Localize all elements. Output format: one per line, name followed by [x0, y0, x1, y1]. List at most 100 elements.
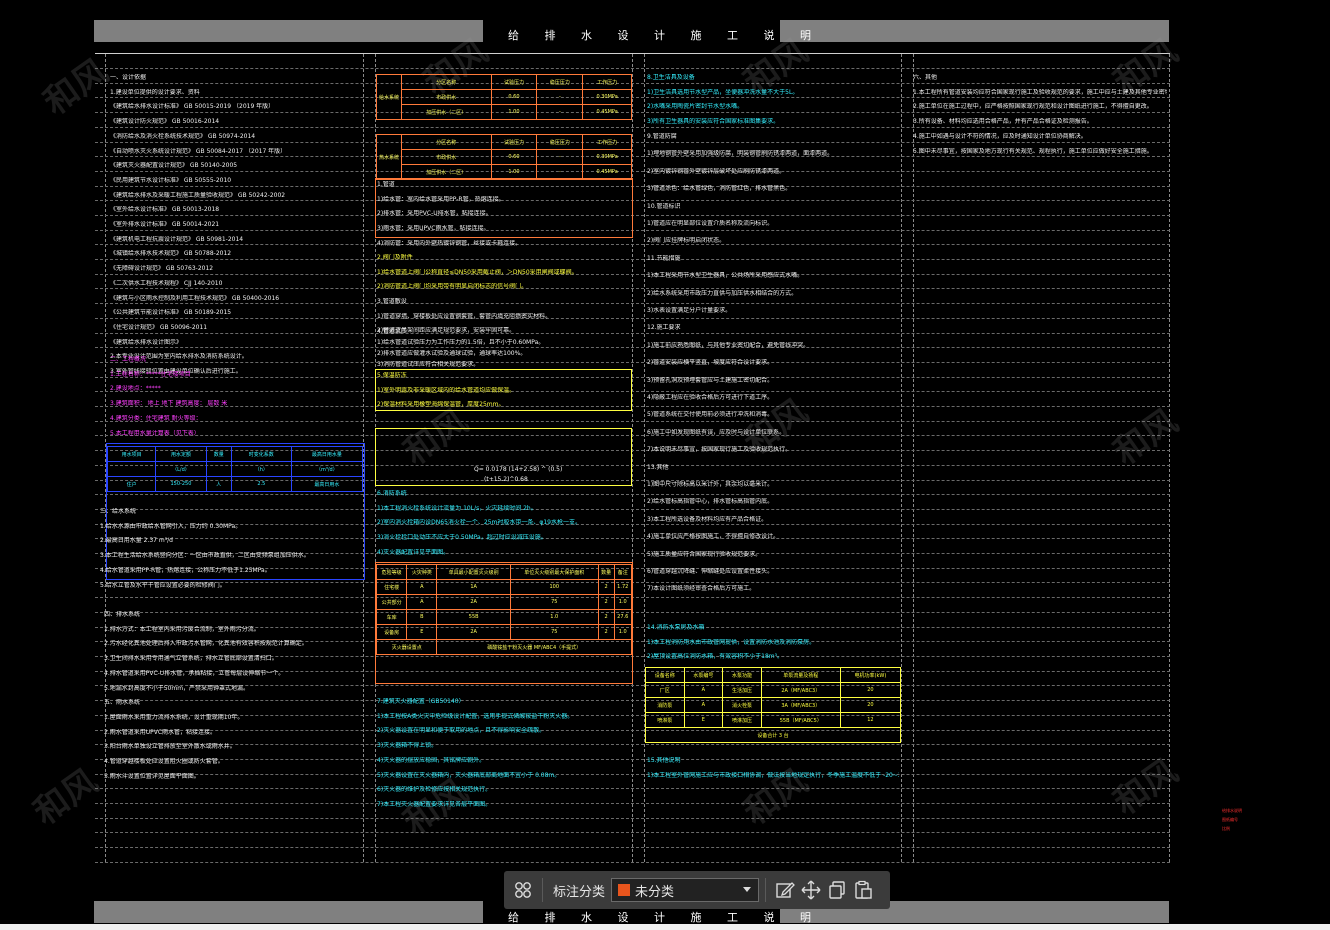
- table-cell: 1.0: [613, 594, 632, 610]
- table-cell: 喷淋泵: [645, 712, 685, 728]
- category-select[interactable]: 未分类: [611, 878, 760, 902]
- note-line: 2)阀门应挂牌标明启闭状态。: [647, 237, 726, 245]
- drawing-title-bottom: 给 排 水 设 计 施 工 说 明: [508, 911, 822, 924]
- table-cell: 加压供水（二区）: [401, 104, 492, 120]
- table-header: 工作压力: [582, 74, 632, 90]
- note-line: 5.保温防冻: [377, 372, 407, 379]
- note-line: 3)所有卫生器具的安装应符合国家标准图集要求。: [647, 118, 780, 126]
- note-line: 1)室外明露及非采暖区域内的给水管道均应做保温。: [377, 386, 516, 394]
- table-header: 分区名称: [401, 134, 492, 150]
- note-line: 2.阀门及附件: [377, 254, 413, 261]
- note-line: 4)灭火器的摆放应稳固，其铭牌应朝外。: [377, 756, 486, 764]
- table-cell: 0.30MPa: [582, 149, 632, 165]
- note-line: 1)本工程消防用水由市政管网提供，设置消防水池及消防泵房。: [647, 638, 816, 646]
- note-line: 4.管道穿越楼板处应设置阻火圈或防火套管。: [104, 758, 224, 765]
- note-line: 3)灭火器箱不得上锁。: [377, 742, 438, 750]
- mark-text: 比例: [1222, 826, 1230, 831]
- table-header: 试验压力: [490, 74, 538, 90]
- table-cell: 灭火器设置点: [375, 639, 438, 655]
- formula-line: (t+15.2)^0.68: [484, 476, 528, 483]
- table-cell: 2A（MF/ABC3）: [760, 682, 841, 698]
- table-cell: [205, 461, 232, 477]
- row-guide-line: [95, 156, 1170, 157]
- table-header: 稳压压力: [536, 134, 584, 150]
- mark-text: 图纸编号: [1222, 817, 1238, 822]
- note-line: 3.阳台雨水单独设立管排放至室外散水或雨水井。: [104, 743, 236, 751]
- category-label: 标注分类: [553, 883, 606, 899]
- table-header: 最高日用水量: [290, 446, 364, 462]
- copy-icon[interactable]: [824, 877, 850, 903]
- table-cell: E: [406, 624, 438, 640]
- note-line: 4)消防管：采用内外壁热镀锌钢管，丝接或卡箍连接。: [377, 239, 522, 247]
- table-header: 单位灭火级别最大保护面积: [509, 564, 599, 580]
- table-header: 稳压压力: [536, 74, 584, 90]
- row-guide-line: [95, 274, 1170, 275]
- table-header: 数量: [205, 446, 232, 462]
- note-line: 《建筑给水排水及采暖工程施工质量验收规范》 GB 50242-2002: [110, 191, 286, 199]
- formula-line: Q= 0.0178 (14+2.58) ^ (0.5): [474, 466, 563, 473]
- note-line: 4.排水管道采用PVC-U排水管，承插粘接，立管每层设伸缩节一个。: [104, 669, 285, 677]
- drawing-title-top: 给 排 水 设 计 施 工 说 明: [508, 29, 822, 42]
- note-line: 6)管道穿越沉降缝、伸缩缝处应设置柔性接头。: [647, 568, 774, 575]
- table-cell: 100: [509, 579, 599, 595]
- note-line: 2.污水经化粪池处理后排入市政污水管网，化粪池有效容积按规范计算确定。: [104, 640, 308, 648]
- table-cell: 最高日用水: [290, 476, 364, 492]
- water-usage-table: 用水项目 用水定额 数量 时变化系数 最高日用水量 （L/d） （h） （m³/d） 住户 1…: [106, 446, 364, 492]
- note-line: 8.卫生洁具及设备: [647, 74, 695, 81]
- note-line: 2.施工单位在施工过程中，应严格按照国家现行规范和设计图纸进行施工，不得擅自更改…: [913, 103, 1153, 111]
- table-cell: 55B: [436, 609, 511, 625]
- table-cell: 1.00: [490, 104, 538, 120]
- table-cell: 0.60: [490, 149, 538, 165]
- table-cell: 75: [509, 594, 599, 610]
- table-header: 设备名称: [645, 667, 685, 683]
- note-line: 3)管道涂色：给水管绿色，消防管红色，排水管黑色。: [647, 185, 792, 193]
- table-cell: 20: [839, 682, 902, 698]
- table-header: 水泵功能: [722, 667, 762, 683]
- note-line: 3)消防管道试压应符合相关规范要求。: [377, 361, 480, 368]
- note-line: 2)排水管：采用PVC-U排水管，粘接连接。: [377, 210, 492, 218]
- note-line: 4)灭火器配置详见平面图。: [377, 548, 450, 556]
- note-line: 1)施工前应熟悉图纸，与其他专业密切配合，避免管线冲突。: [647, 341, 810, 349]
- note-line: 4.施工中如遇与设计不符的情况，应及时通知设计单位协商解决。: [913, 132, 1087, 140]
- table-cell: 公共部分: [375, 594, 408, 610]
- note-line: 三、给水系统: [100, 508, 137, 515]
- status-strip: [0, 924, 1330, 930]
- table-cell: 20: [839, 697, 902, 713]
- grid-icon[interactable]: [510, 877, 536, 903]
- table-header: 数量: [597, 564, 615, 580]
- note-line: 7)本设计图纸须经审查合格后方可施工。: [647, 585, 756, 593]
- table-cell: 2: [597, 594, 615, 610]
- move-icon[interactable]: [798, 877, 824, 903]
- row-guide-line: [95, 333, 1170, 334]
- chevron-down-icon: [743, 887, 752, 892]
- note-line: 二、工程概况: [110, 356, 147, 363]
- pressure-table-1: 给水系统 分区名称 试验压力 稳压压力 工作压力 市政供水 0.60-0.30MPa 加压…: [376, 74, 632, 120]
- table-cell: 车库: [375, 609, 408, 625]
- row-guide-line: [95, 244, 1170, 245]
- toolbar-separator: [765, 878, 767, 902]
- note-line: 7)本说明未尽事宜，按国家现行施工及验收规范执行。: [647, 446, 792, 454]
- table-cell: 磷酸铵盐干粉灭火器 MF/ABC4（手提式）: [436, 639, 632, 655]
- note-line: 3.所有设备、材料均应选用合格产品，并有产品合格证及检测报告。: [913, 118, 1093, 126]
- table-cell: 2A: [436, 624, 511, 640]
- toolbar-separator: [542, 878, 543, 902]
- table-cell: 人: [205, 476, 232, 492]
- paste-icon[interactable]: [850, 877, 876, 903]
- note-line: 9.管道防腐: [647, 133, 677, 140]
- edit-icon[interactable]: [772, 877, 798, 903]
- note-line: 1)管道穿墙、穿楼板处应设置钢套管，套管内填充阻燃密实材料。: [377, 312, 552, 320]
- table-cell: 市政供水: [401, 89, 492, 105]
- cad-canvas[interactable]: 给 排 水 设 计 施 工 说 明 给 排 水 设 计 施 工 说 明 和风 和…: [0, 0, 1330, 930]
- table-cell: 设备合计 3 台: [645, 727, 901, 743]
- note-line: 2)给水系统采用市政压力直供与加压供水相结合的方式。: [647, 289, 798, 297]
- note-line: 一、设计依据: [110, 74, 147, 81]
- note-line: 四、排水系统: [104, 611, 141, 618]
- annotation-toolbar: 标注分类 未分类: [504, 871, 890, 909]
- row-guide-line: [95, 303, 1170, 304]
- note-line: 11.节能措施: [647, 254, 681, 262]
- note-line: 1)本工程按A类火灾中危险级设计配置，选用手提式磷酸铵盐干粉灭火器。: [377, 712, 574, 720]
- note-line: 4)施工单位应严格按图施工，不得擅自修改设计。: [647, 533, 780, 541]
- note-line: 14.消防水泵房及水箱: [647, 624, 705, 631]
- table-header: 备注: [613, 564, 632, 580]
- table-header: 危险等级: [375, 564, 408, 580]
